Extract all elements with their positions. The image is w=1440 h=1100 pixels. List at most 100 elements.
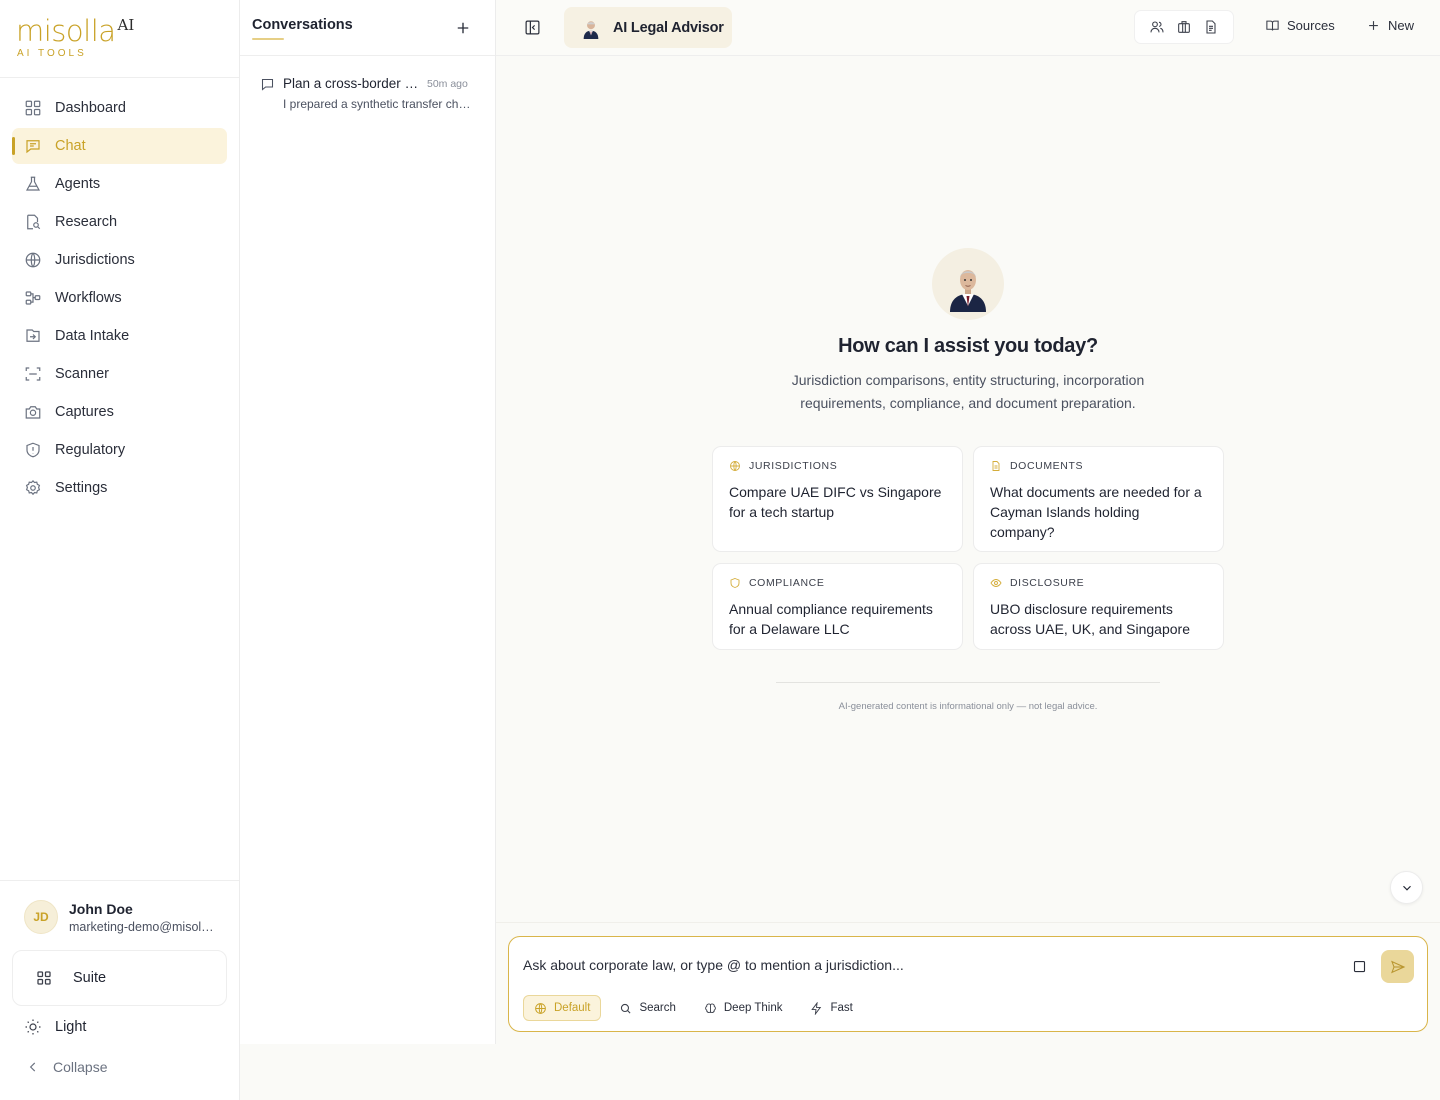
sidebar-item-captures[interactable]: Captures [12,394,227,430]
camera-icon [25,406,41,419]
mode-search[interactable]: Search [619,1002,676,1015]
conversation-preview: I prepared a synthetic transfer checklis… [283,97,475,111]
sidebar-item-research[interactable]: Research [12,204,227,240]
conversations-title: Conversations [252,17,353,33]
plus-icon[interactable] [454,19,472,37]
conversation-title: Plan a cross-border entity structure [283,76,419,91]
sidebar-item-label: Dashboard [55,100,126,116]
collapse-button[interactable]: Collapse [26,1059,107,1075]
card-prompt: What documents are needed for a Cayman I… [990,484,1202,540]
users-icon[interactable] [1149,19,1165,35]
agent-name: AI Legal Advisor [613,19,724,36]
sidebar-item-agents[interactable]: Agents [12,166,227,202]
user-profile[interactable]: JD John Doe marketing-demo@misolla.ai [24,900,214,934]
sidebar-item-label: Regulatory [55,442,126,458]
agent-avatar-icon [583,20,599,39]
book-icon [1266,20,1279,31]
topbar: AI Legal Advisor Sources New [496,0,1440,56]
sources-button[interactable]: Sources [1265,18,1335,33]
sidebar-item-label: Agents [55,176,101,192]
sidebar-item-regulatory[interactable]: Regulatory [12,432,227,468]
suggestion-card-disclosure[interactable]: DISCLOSURE UBO disclosure requirements a… [973,563,1224,650]
card-prompt: Compare UAE DIFC vs Singapore for a tech… [729,484,942,520]
agent-selector[interactable]: AI Legal Advisor [564,7,732,48]
disclaimer-text: AI-generated content is informational on… [838,701,1098,712]
title-underline [252,38,284,40]
grid-icon [25,100,41,116]
card-category: DOCUMENTS [1010,460,1084,472]
theme-toggle[interactable]: Light [24,1018,86,1036]
eye-icon [990,579,1002,587]
suggestion-card-jurisdictions[interactable]: JURISDICTIONS Compare UAE DIFC vs Singap… [712,446,963,552]
checkbox-icon[interactable] [1352,959,1367,974]
plus-icon [1369,21,1378,30]
sidebar-item-label: Jurisdictions [55,252,135,268]
mode-label: Fast [830,1002,853,1014]
view-toolbar [1134,10,1234,44]
sun-icon [25,1019,41,1035]
mode-selector: Default Search Deep Think Fast [523,995,881,1021]
bolt-icon [811,1001,822,1015]
divider [776,682,1160,683]
user-name: John Doe [69,900,133,917]
shield-icon [730,578,740,588]
new-chat-button[interactable]: New [1366,18,1414,33]
user-email: marketing-demo@misolla.ai [69,919,214,934]
logo-tagline: AI TOOLS [17,48,87,59]
mode-label: Default [554,1002,591,1014]
mode-fast[interactable]: Fast [810,1001,853,1015]
sidebar-item-label: Scanner [55,366,110,382]
sidebar-item-dashboard[interactable]: Dashboard [12,90,227,126]
briefcase-icon[interactable] [1176,19,1192,35]
mode-default[interactable]: Default [523,995,602,1021]
suggestion-card-compliance[interactable]: COMPLIANCE Annual compliance requirement… [712,563,963,650]
message-icon [261,78,274,91]
apps-grid-icon [37,971,51,985]
avatar: JD [24,900,58,934]
suite-button[interactable]: Suite [12,950,227,1006]
flask-icon [25,176,41,191]
gear-icon [25,479,41,496]
agent-avatar [932,248,1004,320]
sidebar-item-label: Data Intake [55,328,130,344]
sidebar-nav: Dashboard Chat Agents Research Jurisdict… [12,90,227,508]
divider [0,77,239,78]
conversations-panel: Conversations Plan a cross-border entity… [240,0,496,1044]
sidebar-toggle-icon[interactable] [524,19,541,36]
message-input[interactable] [523,957,1303,973]
sidebar-item-data-intake[interactable]: Data Intake [12,318,227,354]
mode-label: Search [639,1002,676,1014]
collapse-label: Collapse [53,1059,108,1075]
scan-icon [25,367,41,381]
logo-suffix: AI [117,16,135,34]
brand-logo[interactable]: misolla AI AI TOOLS [16,14,134,59]
globe-icon [730,461,740,471]
sidebar-item-chat[interactable]: Chat [12,128,227,164]
advisor-portrait-icon [950,270,986,312]
sidebar-item-label: Captures [55,404,114,420]
document-icon[interactable] [1203,19,1219,35]
send-button[interactable] [1381,950,1414,983]
sidebar-item-settings[interactable]: Settings [12,470,227,506]
mode-deep-think[interactable]: Deep Think [704,1002,783,1015]
conversation-item[interactable]: Plan a cross-border entity structure 50m… [260,76,476,111]
sidebar-item-label: Research [55,214,118,230]
shield-icon [26,442,40,458]
document-icon [992,461,1000,471]
sidebar-item-scanner[interactable]: Scanner [12,356,227,392]
research-icon [27,214,41,230]
suggestion-card-documents[interactable]: DOCUMENTS What documents are needed for … [973,446,1224,552]
sidebar-item-jurisdictions[interactable]: Jurisdictions [12,242,227,278]
globe-icon [25,252,41,268]
logo-text: misolla [16,14,116,48]
message-composer: Default Search Deep Think Fast [508,936,1428,1032]
suite-label: Suite [73,970,107,986]
chevron-down-icon [1402,885,1411,891]
sidebar: misolla AI AI TOOLS Dashboard Chat Agent… [0,0,240,1100]
sidebar-item-workflows[interactable]: Workflows [12,280,227,316]
workflow-icon [25,291,41,305]
globe-icon [535,1002,546,1014]
scroll-to-bottom-button[interactable] [1390,871,1423,904]
conversations-header: Conversations [240,0,495,56]
mode-label: Deep Think [723,1002,783,1014]
